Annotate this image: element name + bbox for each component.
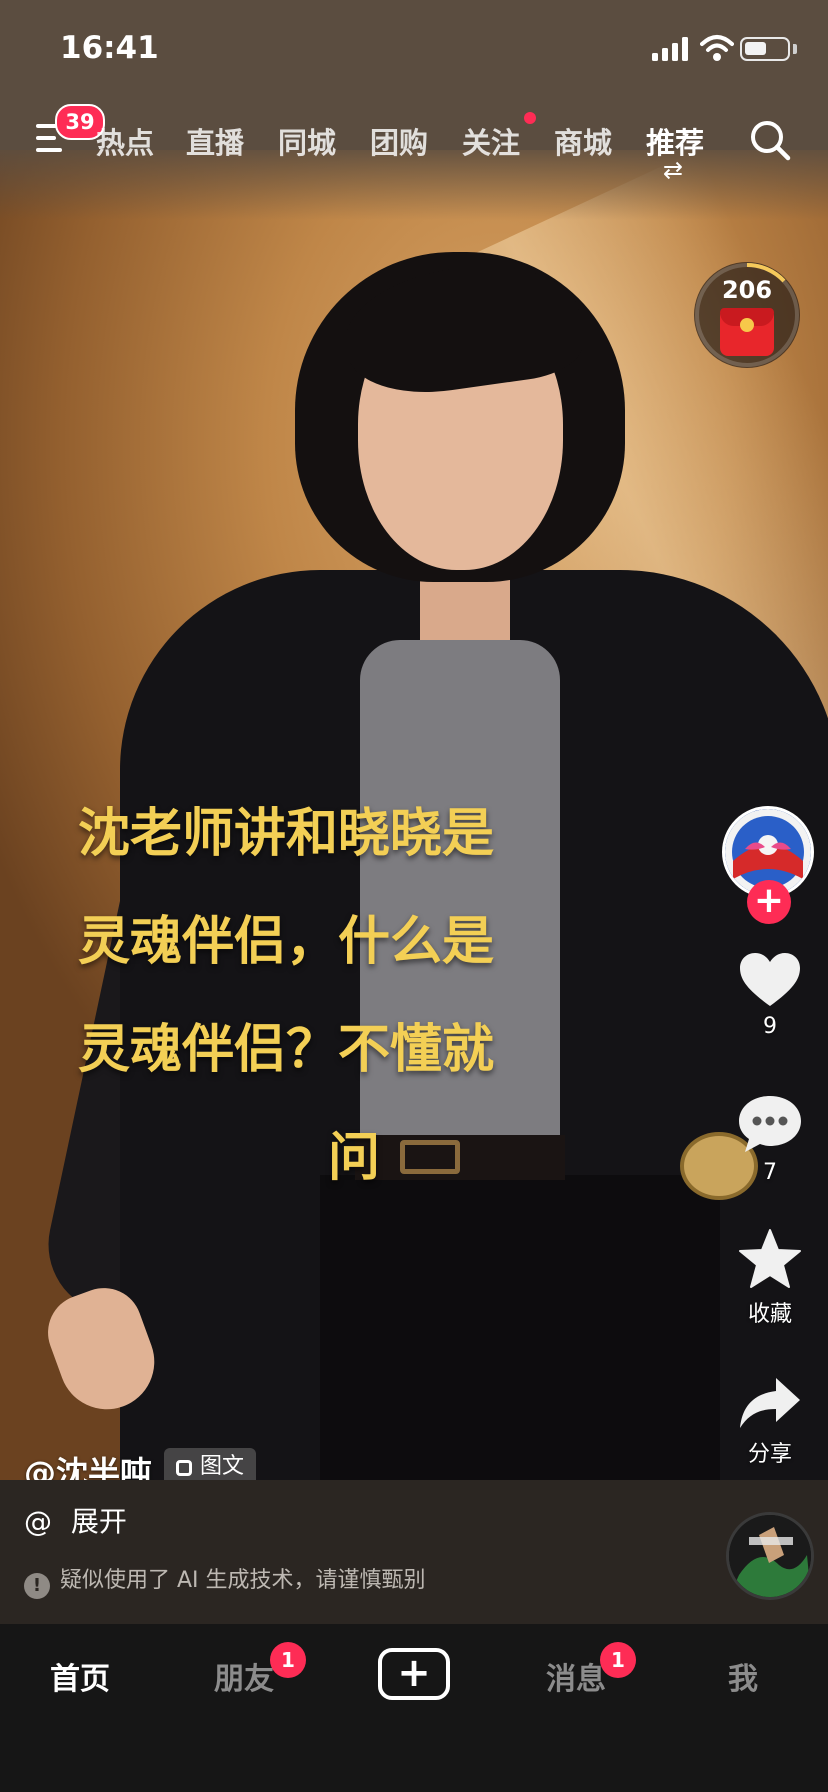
comment-icon (739, 1096, 801, 1152)
tab-following[interactable]: 关注 (462, 120, 520, 162)
create-post-button[interactable]: + (378, 1648, 450, 1700)
person-pants (320, 1175, 720, 1480)
battery-icon (740, 37, 790, 61)
favorite-button[interactable]: 收藏 (728, 1228, 812, 1328)
post-type-label: 图文 (200, 1454, 245, 1479)
status-time: 16:41 (60, 30, 159, 66)
expand-button[interactable]: 展开 (71, 1505, 127, 1538)
like-count: 9 (763, 1014, 777, 1039)
description-row: @ 展开 (24, 1500, 127, 1540)
tab-mall[interactable]: 商城 (554, 120, 612, 162)
messages-badge: 1 (600, 1642, 636, 1678)
top-nav: 39 热点 直播 同城 团购 关注 商城 推荐 ⇄ (0, 100, 828, 182)
friends-badge: 1 (270, 1642, 306, 1678)
envelope-seal (740, 318, 754, 332)
follow-button[interactable]: + (747, 880, 791, 924)
music-disc[interactable] (726, 1512, 814, 1600)
ai-notice: ! 疑似使用了 AI 生成技术，请谨慎甄别 (24, 1562, 426, 1599)
post-info-panel: @ 展开 ! 疑似使用了 AI 生成技术，请谨慎甄别 (0, 1480, 828, 1624)
comment-button[interactable]: 7 (728, 1094, 812, 1185)
caption-line: 灵魂伴侣，什么是 (78, 912, 495, 972)
battery-tip (793, 44, 797, 54)
caption-line: 灵魂伴侣？不懂就 (78, 1020, 495, 1080)
share-arrow-icon (740, 1378, 800, 1428)
tab-home[interactable]: 首页 (50, 1654, 110, 1698)
screen: 沈老师讲和晓晓是 灵魂伴侣，什么是 灵魂伴侣？不懂就 问 16:41 39 热点… (0, 0, 828, 1792)
heart-icon (740, 953, 800, 1006)
tab-group-buy[interactable]: 团购 (370, 120, 428, 162)
tab-local[interactable]: 同城 (278, 120, 336, 162)
ai-notice-text: 疑似使用了 AI 生成技术，请谨慎甄别 (60, 1568, 426, 1593)
share-label: 分享 (747, 1442, 792, 1467)
favorite-label: 收藏 (747, 1302, 792, 1327)
like-button[interactable]: 9 (728, 952, 812, 1039)
search-icon[interactable] (748, 118, 792, 162)
red-packet-count: 206 (721, 276, 773, 304)
tab-live[interactable]: 直播 (186, 120, 244, 162)
following-dot (524, 112, 536, 124)
mention-symbol: @ (24, 1505, 52, 1538)
image-post-icon (176, 1460, 192, 1476)
post-image[interactable] (0, 0, 828, 1480)
tab-me[interactable]: 我 (728, 1654, 758, 1698)
wifi-icon (700, 35, 734, 61)
star-icon (739, 1229, 801, 1288)
tab-hot[interactable]: 热点 (96, 120, 154, 162)
battery-level (745, 42, 766, 55)
share-button[interactable]: 分享 (728, 1376, 812, 1468)
cellular-signal-icon (652, 37, 688, 61)
caption-line: 问 (328, 1128, 381, 1188)
tab-friends[interactable]: 朋友 (214, 1654, 274, 1698)
red-packet-widget[interactable]: 206 (694, 262, 800, 368)
tab-messages[interactable]: 消息 (546, 1654, 606, 1698)
caption-line: 沈老师讲和晓晓是 (78, 804, 495, 864)
status-bar: 16:41 (0, 0, 828, 100)
bottom-tab-bar: 首页 朋友 1 + 消息 1 我 (0, 1624, 828, 1792)
switch-icon[interactable]: ⇄ (663, 158, 683, 182)
music-cover (729, 1515, 811, 1597)
comment-count: 7 (763, 1160, 777, 1185)
warning-icon: ! (24, 1573, 50, 1599)
post-caption: 沈老师讲和晓晓是 灵魂伴侣，什么是 灵魂伴侣？不懂就 问 (78, 780, 678, 1212)
